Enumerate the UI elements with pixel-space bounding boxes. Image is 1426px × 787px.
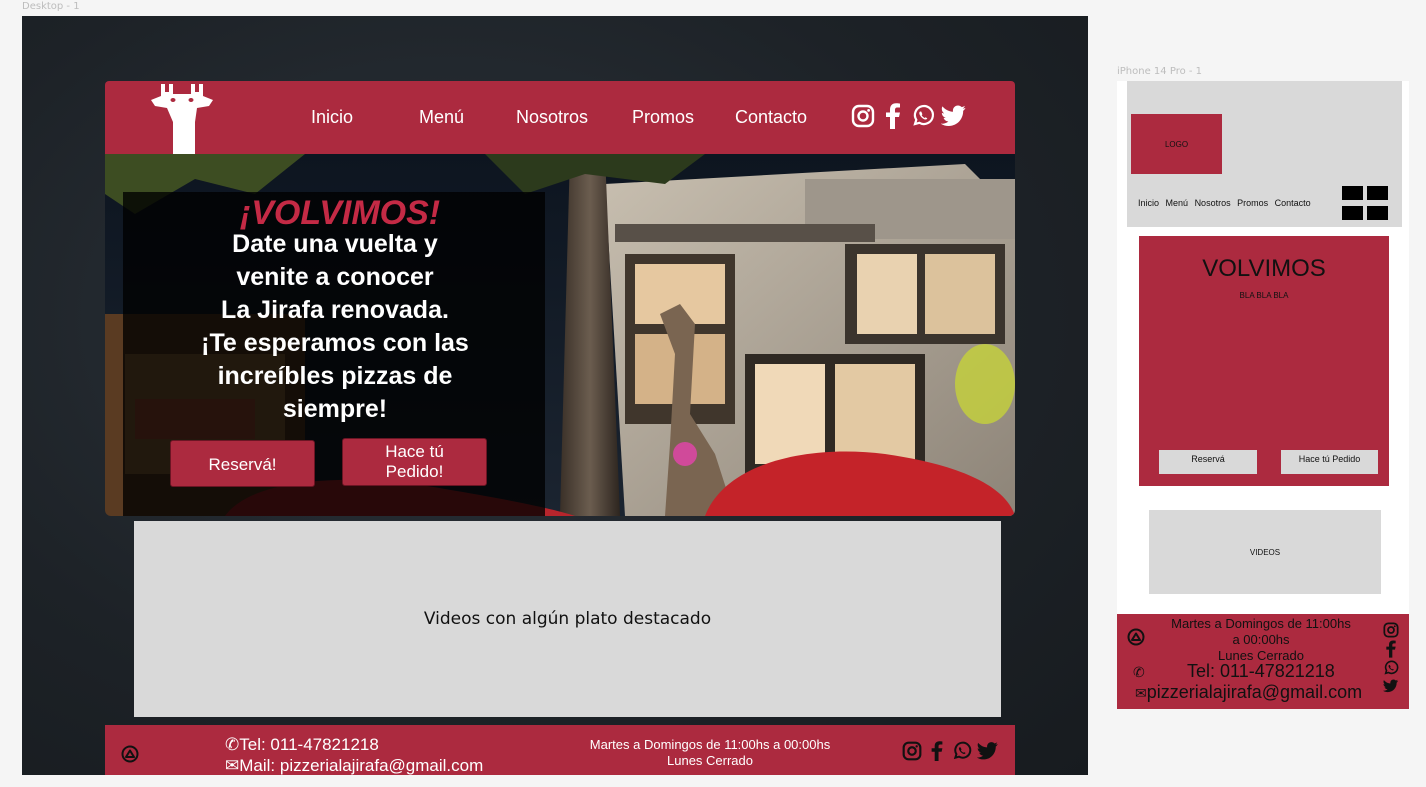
mobile-nav-menu[interactable]: Menú xyxy=(1166,198,1189,208)
mobile-hours-line1: Martes a Domingos de 11:00hs xyxy=(1171,616,1351,631)
videos-placeholder[interactable]: Videos con algún plato destacado xyxy=(134,521,1001,717)
hamburger-menu-icon[interactable] xyxy=(1342,186,1389,221)
site-footer: ✆Tel: 011-47821218 ✉Mail: pizzerialajira… xyxy=(105,725,1015,775)
mobile-footer-mail[interactable]: pizzerialajirafa@gmail.com xyxy=(1147,682,1362,702)
footer-contact: ✆Tel: 011-47821218 ✉Mail: pizzerialajira… xyxy=(225,734,483,775)
facebook-icon[interactable] xyxy=(1383,640,1399,658)
desktop-frame: Inicio Menú Nosotros Promos Contacto ¡VO… xyxy=(22,16,1088,775)
hero-line: La Jirafa renovada. xyxy=(221,296,449,324)
facebook-icon[interactable] xyxy=(927,741,947,761)
nav-nosotros[interactable]: Nosotros xyxy=(516,107,588,128)
footer-hours-line1: Martes a Domingos de 11:00hs a 00:00hs xyxy=(589,737,831,752)
phone-icon: ✆ xyxy=(225,735,240,754)
mobile-reserva-button[interactable]: Reservá xyxy=(1159,450,1257,474)
mobile-nav-contacto[interactable]: Contacto xyxy=(1275,198,1311,208)
hero-line: ¡Te esperamos con las xyxy=(201,329,469,357)
phone-icon: ✆ xyxy=(1133,664,1145,680)
hero-text: Date una vuelta y venite a conocer La Ji… xyxy=(135,228,535,426)
twitter-icon[interactable] xyxy=(977,741,999,761)
mobile-footer-tel[interactable]: Tel: 011-47821218 xyxy=(1187,661,1335,682)
mobile-pedido-button[interactable]: Hace tú Pedido xyxy=(1281,450,1378,474)
mail-icon: ✉ xyxy=(225,756,240,775)
mobile-videos-placeholder[interactable]: VIDEOS xyxy=(1149,510,1381,594)
whatsapp-icon[interactable] xyxy=(952,741,972,761)
desktop-frame-label: Desktop - 1 xyxy=(22,1,80,12)
scroll-top-icon[interactable] xyxy=(1127,628,1145,646)
hero-section: ¡VOLVIMOS! Date una vuelta y venite a co… xyxy=(105,154,1015,516)
mobile-frame-label: iPhone 14 Pro - 1 xyxy=(1117,66,1203,77)
mobile-header: LOGO Inicio Menú Nosotros Promos Contact… xyxy=(1127,81,1402,227)
whatsapp-icon[interactable] xyxy=(911,104,935,128)
mobile-nav: Inicio Menú Nosotros Promos Contacto xyxy=(1138,198,1315,208)
header-social xyxy=(851,103,967,129)
reserva-button[interactable]: Reservá! xyxy=(170,440,315,487)
mobile-footer-social xyxy=(1383,622,1399,694)
mobile-footer-mail-row: ✉pizzerialajirafa@gmail.com xyxy=(1135,682,1362,703)
mobile-nav-promos[interactable]: Promos xyxy=(1237,198,1268,208)
mobile-hero: VOLVIMOS BLA BLA BLA Reservá Hace tú Ped… xyxy=(1139,236,1389,486)
mobile-logo[interactable]: LOGO xyxy=(1131,114,1222,174)
nav-menu[interactable]: Menú xyxy=(419,107,464,128)
pedido-button-line2: Pedido! xyxy=(385,462,444,481)
scroll-top-icon[interactable] xyxy=(121,745,139,763)
footer-tel-row: ✆Tel: 011-47821218 xyxy=(225,734,483,755)
hero-line: siempre! xyxy=(282,395,388,423)
footer-social xyxy=(902,741,999,761)
mobile-hero-title: VOLVIMOS xyxy=(1202,255,1326,282)
twitter-icon[interactable] xyxy=(941,105,967,127)
site-header: Inicio Menú Nosotros Promos Contacto xyxy=(105,81,1015,154)
nav-inicio[interactable]: Inicio xyxy=(311,107,353,128)
nav-contacto[interactable]: Contacto xyxy=(735,107,807,128)
footer-mail[interactable]: Mail: pizzerialajirafa@gmail.com xyxy=(239,756,483,775)
footer-tel[interactable]: Tel: 011-47821218 xyxy=(239,735,379,754)
facebook-icon[interactable] xyxy=(881,103,905,129)
hero-line: venite a conocer xyxy=(236,263,434,291)
mobile-nav-nosotros[interactable]: Nosotros xyxy=(1195,198,1231,208)
hero-line: Date una vuelta y xyxy=(232,230,438,258)
twitter-icon[interactable] xyxy=(1383,678,1399,694)
mobile-nav-inicio[interactable]: Inicio xyxy=(1138,198,1159,208)
mobile-frame: LOGO Inicio Menú Nosotros Promos Contact… xyxy=(1117,81,1409,709)
mobile-hero-subtitle: BLA BLA BLA xyxy=(1239,291,1289,300)
mobile-hours-line2: a 00:00hs xyxy=(1232,632,1290,647)
footer-mail-row: ✉Mail: pizzerialajirafa@gmail.com xyxy=(225,755,483,775)
mobile-footer-hours: Martes a Domingos de 11:00hs a 00:00hs L… xyxy=(1161,616,1361,664)
whatsapp-icon[interactable] xyxy=(1383,660,1399,676)
instagram-icon[interactable] xyxy=(851,104,875,128)
mail-icon: ✉ xyxy=(1135,685,1147,701)
nav-promos[interactable]: Promos xyxy=(632,107,694,128)
instagram-icon[interactable] xyxy=(902,741,922,761)
footer-hours: Martes a Domingos de 11:00hs a 00:00hs L… xyxy=(565,737,855,769)
instagram-icon[interactable] xyxy=(1383,622,1399,638)
footer-hours-line2: Lunes Cerrado xyxy=(667,753,753,768)
pedido-button-line1: Hace tú xyxy=(385,442,444,461)
mobile-footer: Martes a Domingos de 11:00hs a 00:00hs L… xyxy=(1117,614,1409,709)
hero-line: increíbles pizzas de xyxy=(217,362,453,390)
pedido-button[interactable]: Hace tú Pedido! xyxy=(342,438,487,486)
